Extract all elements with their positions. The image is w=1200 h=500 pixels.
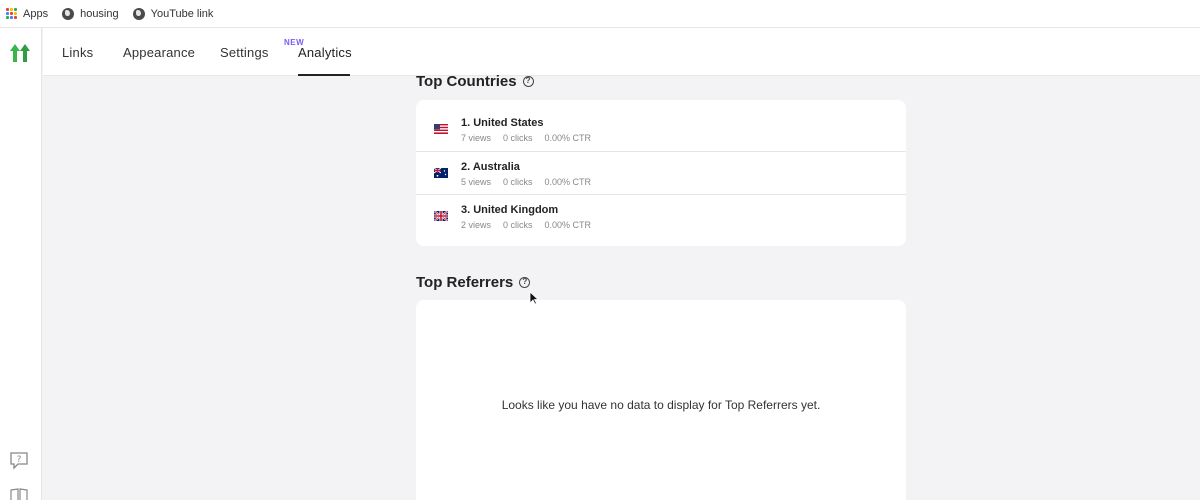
country-name: 1. United States [461,117,544,129]
country-row: 3. United Kingdom 2 views 0 clicks 0.00%… [416,194,906,237]
country-name: 2. Australia [461,161,520,173]
bookmarks-bar: Apps housing YouTube link [0,0,1200,28]
tab-appearance[interactable]: Appearance [123,45,195,60]
help-chat-icon[interactable]: ? [9,450,29,470]
tab-settings[interactable]: Settings [220,45,269,60]
views-count: 5 views [461,177,492,187]
ctr-value: 0.00% CTR [544,133,592,143]
top-countries-heading: Top Countries ? [416,73,534,90]
book-icon[interactable] [10,488,28,500]
bookmark-label: Apps [23,7,49,20]
mouse-cursor-icon [529,291,539,305]
apps-grid-icon [6,8,17,19]
top-referrers-card: Looks like you have no data to display f… [416,300,906,500]
help-question-icon[interactable]: ? [519,277,531,288]
tab-links[interactable]: Links [62,45,93,60]
uk-flag-icon [434,211,448,221]
top-referrers-heading: Top Referrers ? [416,274,531,291]
left-rail: ? [0,28,42,500]
help-question-icon[interactable]: ? [522,76,534,87]
logo-icon[interactable] [9,42,31,64]
bookmark-youtube-link[interactable]: YouTube link [132,7,214,20]
country-stats: 5 views 0 clicks 0.00% CTR [461,177,591,187]
bookmark-apps[interactable]: Apps [6,8,48,20]
clicks-count: 0 clicks [503,133,533,143]
empty-state-message: Looks like you have no data to display f… [501,398,821,412]
ctr-value: 0.00% CTR [544,220,592,230]
top-nav: Links Appearance Settings NEW Analytics [43,28,1200,76]
top-countries-card: 1. United States 7 views 0 clicks 0.00% … [416,100,906,246]
svg-text:?: ? [17,455,22,465]
bookmark-housing[interactable]: housing [62,7,119,20]
country-row: 2. Australia 5 views 0 clicks 0.00% CTR [416,151,906,194]
us-flag-icon [434,124,448,134]
active-tab-indicator [298,74,350,76]
views-count: 7 views [461,133,492,143]
au-flag-icon [434,168,448,178]
bookmark-label: YouTube link [150,7,214,20]
country-row: 1. United States 7 views 0 clicks 0.00% … [416,108,906,151]
tab-analytics[interactable]: Analytics [298,45,352,60]
ctr-value: 0.00% CTR [544,177,592,187]
section-title: Top Referrers [416,274,514,291]
country-stats: 2 views 0 clicks 0.00% CTR [461,220,591,230]
globe-icon [62,7,75,20]
country-name: 3. United Kingdom [461,204,559,216]
clicks-count: 0 clicks [503,177,533,187]
section-title: Top Countries [416,73,517,90]
country-stats: 7 views 0 clicks 0.00% CTR [461,133,591,143]
bookmark-label: housing [80,7,119,20]
globe-icon [132,7,145,20]
views-count: 2 views [461,220,492,230]
clicks-count: 0 clicks [503,220,533,230]
